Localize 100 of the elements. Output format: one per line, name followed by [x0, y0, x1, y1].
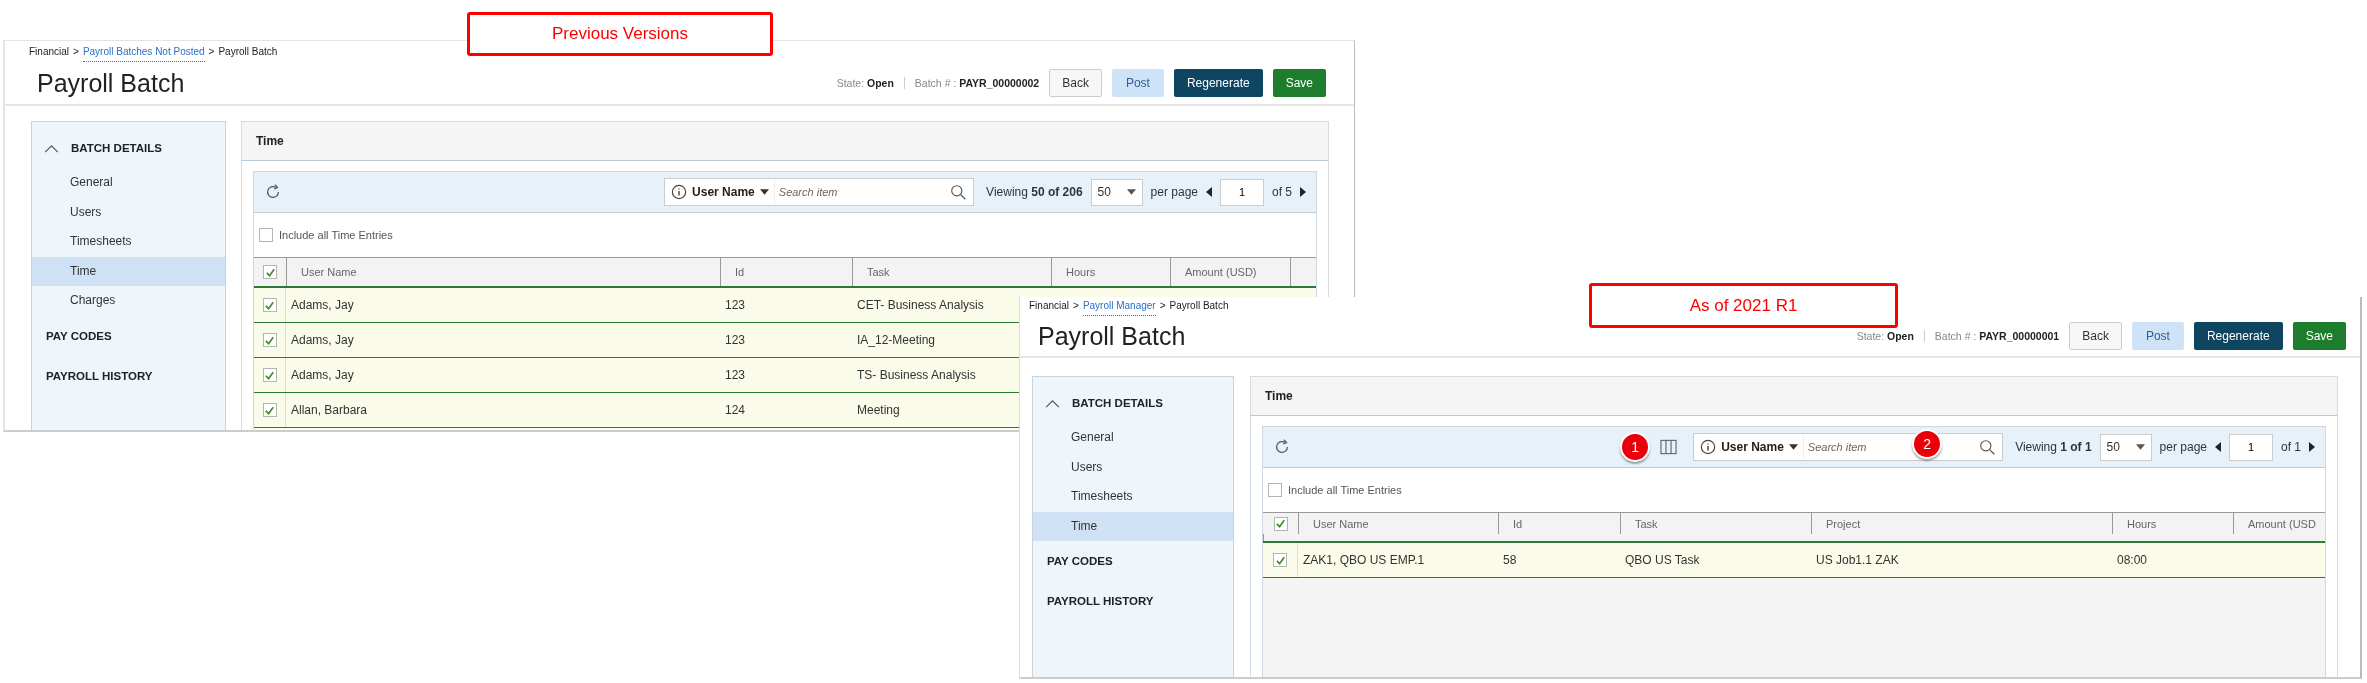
breadcrumb-link[interactable]: Payroll Batches Not Posted	[82, 46, 205, 62]
per-page-label: per page	[1150, 185, 1198, 199]
checkbox[interactable]	[1273, 553, 1287, 567]
table-cell: 123	[725, 298, 746, 312]
checkbox[interactable]	[263, 265, 277, 279]
checkbox[interactable]	[262, 298, 277, 312]
table-cell: 124	[725, 403, 746, 417]
sidebar-item[interactable]: Timesheets	[1033, 482, 1233, 512]
action-button[interactable]: Save	[2292, 322, 2346, 350]
action-button[interactable]: Post	[2131, 322, 2184, 350]
viewing-count: Viewing 1 of 1	[2015, 440, 2092, 454]
breadcrumb-separator: >	[73, 46, 79, 59]
checkbox[interactable]	[262, 403, 277, 417]
action-button[interactable]: Regenerate	[2193, 322, 2283, 350]
panel-title: Time	[242, 122, 1328, 161]
info-icon[interactable]	[671, 184, 688, 200]
sidebar-section[interactable]: BATCH DETAILS	[1072, 397, 1163, 409]
checkbox-label: Include all Time Entries	[1288, 484, 1402, 496]
caret-icon[interactable]	[2135, 444, 2145, 450]
page-field[interactable]: 1	[1220, 178, 1264, 206]
previous-page-icon[interactable]	[1206, 187, 1212, 197]
sidebar-section[interactable]: PAYROLL HISTORY	[1047, 595, 1154, 607]
table-cell: Allan, Barbara	[291, 403, 368, 417]
checkbox[interactable]	[259, 228, 273, 242]
column-header[interactable]: Id	[720, 258, 852, 286]
sidebar-item[interactable]: Users	[1033, 452, 1233, 482]
panel-title: Time	[1251, 377, 2337, 416]
sidebar-item[interactable]: Charges	[32, 286, 225, 316]
column-header[interactable]: Id	[1498, 513, 1620, 534]
per-page-label: per page	[2159, 440, 2207, 454]
search-field[interactable]: User Name Search item	[664, 178, 975, 206]
action-button[interactable]: Post	[1111, 69, 1164, 97]
batch-number: Batch # : PAYR_00000002	[914, 77, 1040, 89]
column-header[interactable]: User Name	[1298, 513, 1498, 534]
table-cell: Meeting	[857, 403, 900, 417]
column-header[interactable]: Amount (USD)	[1170, 258, 1290, 286]
per-page-select[interactable]: 50	[2099, 433, 2152, 461]
search-icon[interactable]	[950, 183, 968, 201]
sidebar-section[interactable]: PAY CODES	[46, 329, 112, 342]
caret-icon[interactable]	[1126, 189, 1136, 195]
caret-icon[interactable]	[1788, 444, 1798, 450]
refresh-icon[interactable]	[1273, 438, 1291, 456]
batch-number: Batch # : PAYR_00000001	[1934, 330, 2060, 342]
checkbox[interactable]	[262, 368, 277, 382]
sidebar-item[interactable]: Time	[32, 256, 225, 286]
table-cell: Adams, Jay	[291, 298, 354, 312]
sidebar-section[interactable]: PAYROLL HISTORY	[46, 369, 153, 382]
table-cell: 58	[1503, 553, 1517, 567]
step-badge: 2	[1912, 429, 1943, 459]
action-button[interactable]: Back	[2069, 322, 2122, 350]
caret-icon[interactable]	[759, 189, 769, 195]
checkbox[interactable]	[1268, 483, 1282, 497]
page-count: of 1	[2281, 440, 2301, 454]
chevron-up-icon[interactable]	[1045, 398, 1060, 408]
search-icon[interactable]	[1979, 438, 1997, 456]
next-page-icon[interactable]	[1300, 187, 1306, 197]
breadcrumb-item: Financial	[1029, 300, 1070, 313]
sidebar-item[interactable]: Timesheets	[32, 227, 225, 257]
column-header[interactable]: Hours	[2112, 513, 2233, 534]
breadcrumb-separator: >	[1159, 300, 1166, 313]
per-page-select[interactable]: 50	[1090, 178, 1143, 206]
table-cell: QBO US Task	[1625, 553, 1700, 567]
search-field-dropdown[interactable]: User Name	[1721, 440, 1784, 454]
breadcrumb-separator: >	[208, 46, 215, 59]
column-header[interactable]: Hours	[1051, 258, 1170, 286]
columns-icon[interactable]	[1660, 439, 1678, 455]
sidebar-item[interactable]: Time	[1033, 511, 1233, 541]
refresh-icon[interactable]	[264, 183, 282, 201]
action-button[interactable]: Back	[1049, 69, 1102, 97]
page-field[interactable]: 1	[2229, 433, 2273, 461]
sidebar-item[interactable]: General	[32, 168, 225, 198]
info-icon[interactable]	[1700, 439, 1717, 455]
sidebar-item[interactable]: Users	[32, 197, 225, 227]
sidebar-section[interactable]: BATCH DETAILS	[71, 142, 162, 154]
breadcrumb-link[interactable]: Payroll Manager	[1082, 300, 1156, 316]
search-field-dropdown[interactable]: User Name	[692, 185, 755, 199]
sidebar-section[interactable]: PAY CODES	[1047, 555, 1113, 567]
action-button[interactable]: Save	[1272, 69, 1326, 97]
state-label: State: Open	[1856, 330, 1914, 342]
page-count: of 5	[1272, 185, 1292, 199]
table-cell: Adams, Jay	[291, 333, 354, 347]
next-page-icon[interactable]	[2309, 442, 2315, 452]
step-badge: 1	[1620, 432, 1651, 462]
column-header[interactable]: Task	[852, 258, 1051, 286]
action-button[interactable]: Regenerate	[1173, 69, 1263, 97]
column-header[interactable]: User Name	[286, 258, 720, 286]
column-header[interactable]: Amount (USD	[2233, 513, 2323, 534]
table-cell: ZAK1, QBO US EMP.1	[1303, 553, 1425, 567]
breadcrumb-item: Payroll Batch	[1169, 300, 1229, 313]
callout-label: Previous Versions	[467, 12, 773, 56]
column-header[interactable]: Task	[1620, 513, 1811, 534]
checkbox[interactable]	[1273, 516, 1288, 531]
chevron-up-icon[interactable]	[44, 143, 59, 153]
checkbox[interactable]	[262, 333, 277, 347]
previous-page-icon[interactable]	[2215, 442, 2221, 452]
table-cell: US Job1.1 ZAK	[1816, 553, 1899, 567]
column-header[interactable]: Project	[1811, 513, 2112, 534]
table-cell: TS- Business Analysis	[857, 368, 976, 382]
table-cell: CET- Business Analysis	[857, 298, 984, 312]
sidebar-item[interactable]: General	[1033, 423, 1233, 453]
